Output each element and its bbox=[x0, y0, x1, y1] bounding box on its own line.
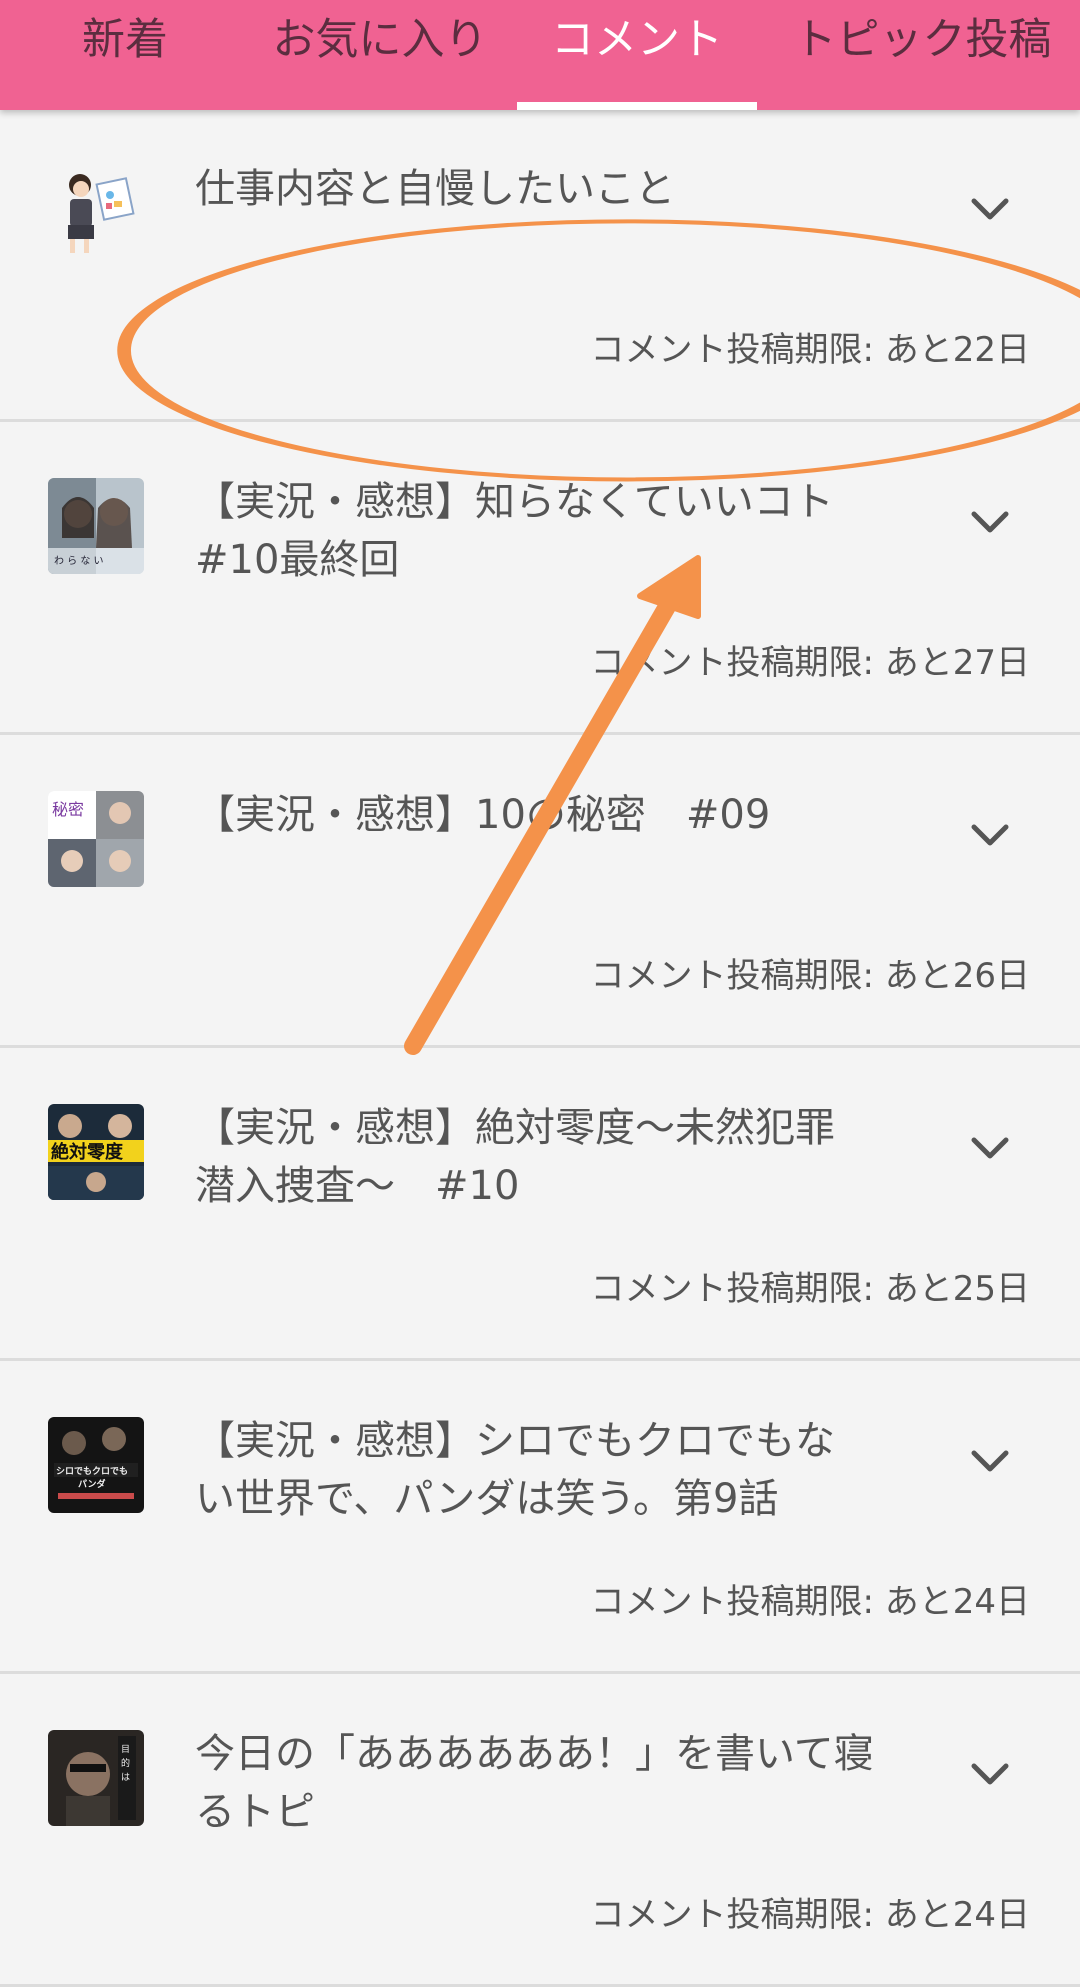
comment-deadline: コメント投稿期限: あと26日 bbox=[590, 956, 1030, 996]
topic-title[interactable]: 今日の「ああああああ！」を書いて寝 るトピ bbox=[195, 1725, 885, 1841]
tab-favorites[interactable]: お気に入り bbox=[250, 0, 510, 110]
topic-thumbnail: シロでもクロでも パンダ bbox=[48, 1417, 144, 1513]
topic-thumbnail: 秘密 bbox=[48, 791, 144, 887]
topic-title[interactable]: 【実況・感想】絶対零度〜未然犯罪 潜入捜査〜 #10 bbox=[195, 1099, 885, 1215]
active-tab-indicator bbox=[517, 102, 757, 110]
chevron-down-icon[interactable] bbox=[968, 812, 1012, 856]
topic-row[interactable]: 目 的 は 今日の「ああああああ！」を書いて寝 るトピ コメント投稿期限: あと… bbox=[0, 1675, 1080, 1987]
svg-text:は: は bbox=[121, 1772, 130, 1783]
comment-deadline: コメント投稿期限: あと27日 bbox=[590, 643, 1030, 683]
svg-text:的: 的 bbox=[121, 1757, 130, 1769]
topic-title[interactable]: 【実況・感想】10の秘密 #09 bbox=[195, 786, 885, 844]
topic-thumbnail: わ ら な い bbox=[48, 478, 144, 574]
topic-row[interactable]: 秘密 【実況・感想】10の秘密 #09 コメント投稿期限: あと26日 bbox=[0, 736, 1080, 1048]
tab-comments[interactable]: コメント bbox=[517, 0, 757, 110]
svg-text:パンダ: パンダ bbox=[78, 1478, 105, 1490]
topic-title[interactable]: 【実況・感想】シロでもクロでもな い世界で、パンダは笑う。第9話 bbox=[195, 1412, 885, 1528]
tab-new[interactable]: 新着 bbox=[40, 0, 210, 110]
topic-title[interactable]: 仕事内容と自慢したいこと bbox=[195, 160, 885, 218]
comment-deadline: コメント投稿期限: あと25日 bbox=[590, 1269, 1030, 1309]
svg-text:絶対零度: 絶対零度 bbox=[51, 1141, 124, 1163]
chevron-down-icon[interactable] bbox=[968, 1125, 1012, 1169]
topic-row[interactable]: 絶対零度 【実況・感想】絶対零度〜未然犯罪 潜入捜査〜 #10 コメント投稿期限… bbox=[0, 1049, 1080, 1361]
svg-text:シロでもクロでも: シロでもクロでも bbox=[56, 1466, 128, 1477]
chevron-down-icon[interactable] bbox=[968, 499, 1012, 543]
chevron-down-icon[interactable] bbox=[968, 1751, 1012, 1795]
comment-deadline: コメント投稿期限: あと24日 bbox=[590, 1895, 1030, 1935]
tab-bar: 新着 お気に入り コメント トピック投稿 bbox=[0, 0, 1080, 110]
topic-thumbnail: 目 的 は bbox=[48, 1730, 144, 1826]
tab-topic-post[interactable]: トピック投稿 bbox=[785, 0, 1060, 110]
topic-title[interactable]: 【実況・感想】知らなくていいコト #10最終回 bbox=[195, 473, 885, 589]
topic-row[interactable]: わ ら な い 【実況・感想】知らなくていいコト #10最終回 コメント投稿期限… bbox=[0, 423, 1080, 735]
chevron-down-icon[interactable] bbox=[968, 186, 1012, 230]
svg-text:わ ら な い: わ ら な い bbox=[54, 555, 104, 567]
chevron-down-icon[interactable] bbox=[968, 1438, 1012, 1482]
topic-row[interactable]: シロでもクロでも パンダ 【実況・感想】シロでもクロでもな い世界で、パンダは笑… bbox=[0, 1362, 1080, 1674]
topic-thumbnail: 絶対零度 bbox=[48, 1104, 144, 1200]
comment-deadline: コメント投稿期限: あと24日 bbox=[590, 1582, 1030, 1622]
svg-text:目: 目 bbox=[121, 1744, 130, 1755]
topic-thumbnail bbox=[48, 165, 144, 261]
topic-row[interactable]: 仕事内容と自慢したいこと コメント投稿期限: あと22日 bbox=[0, 110, 1080, 422]
comment-deadline: コメント投稿期限: あと22日 bbox=[590, 330, 1030, 370]
svg-text:秘密: 秘密 bbox=[52, 800, 84, 819]
